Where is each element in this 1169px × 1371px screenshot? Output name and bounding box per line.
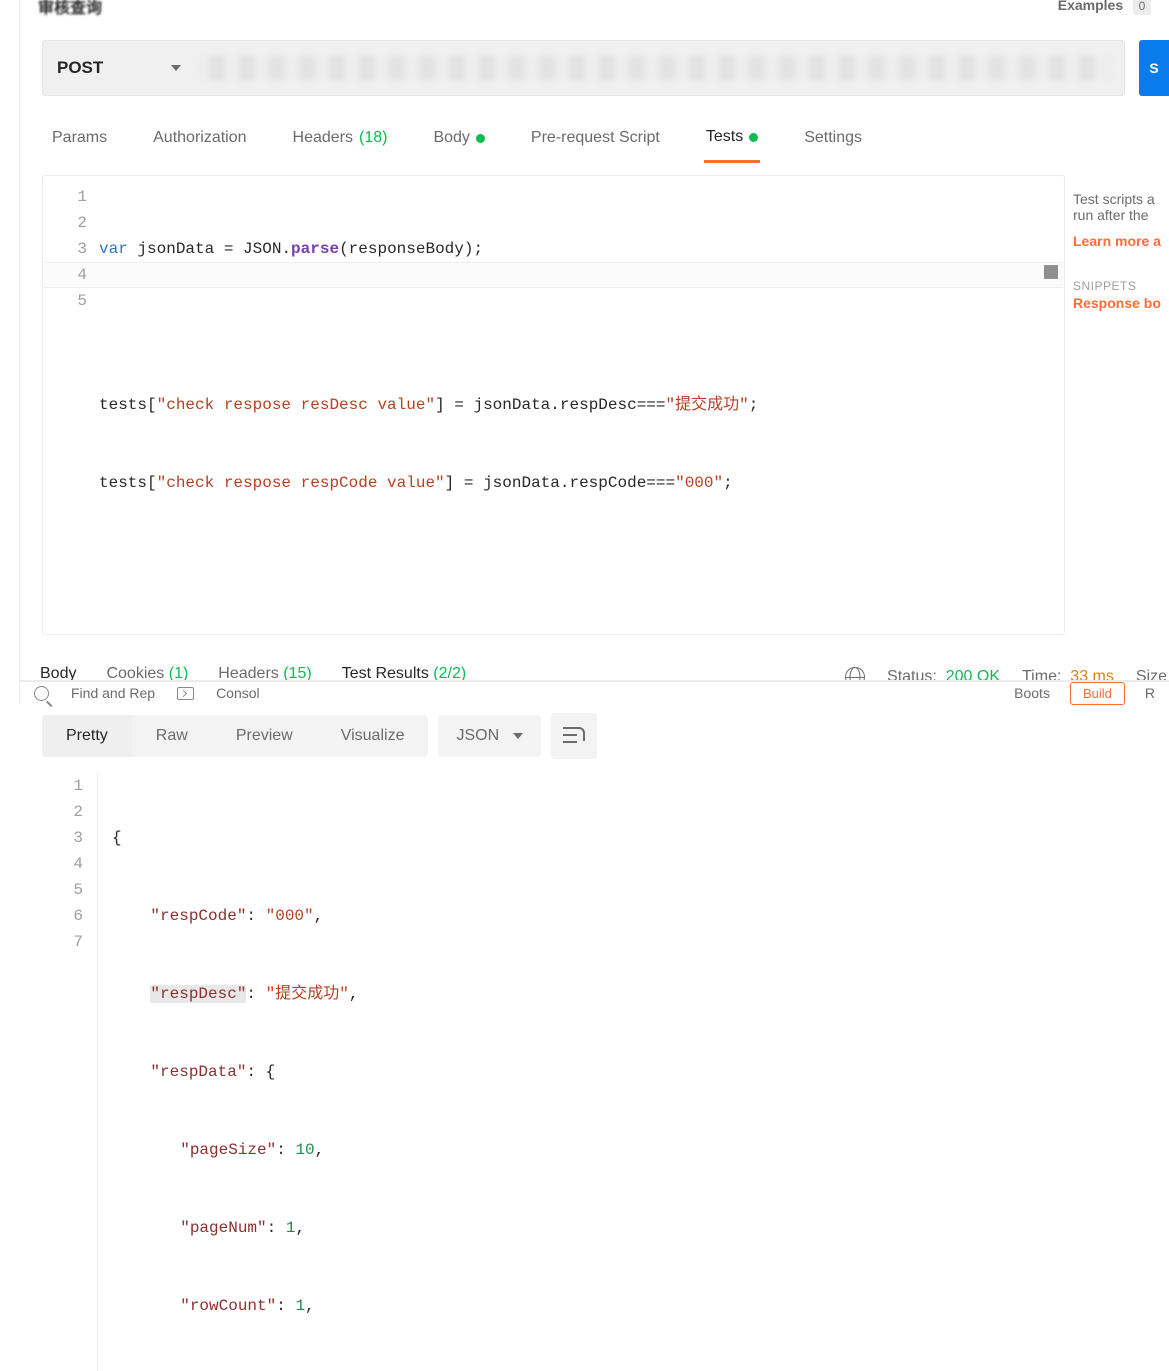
tab-params[interactable]: Params: [50, 120, 109, 162]
minimap-indicator-icon: [1044, 265, 1058, 279]
send-button[interactable]: S: [1139, 40, 1169, 96]
build-button[interactable]: Build: [1070, 682, 1125, 705]
help-panel: Test scripts a run after the Learn more …: [1065, 175, 1165, 635]
code-content[interactable]: var jsonData = JSON.parse(responseBody);…: [99, 176, 1064, 634]
examples-dropdown[interactable]: Examples 0: [1058, 0, 1151, 15]
url-field[interactable]: [195, 56, 1110, 80]
tests-code-editor[interactable]: 1 2 3 4 5 var jsonData = JSON.parse(resp…: [42, 175, 1065, 635]
fmt-pretty[interactable]: Pretty: [42, 715, 132, 757]
console-icon[interactable]: [177, 687, 194, 700]
wrap-icon: [563, 727, 585, 745]
format-segmented-control[interactable]: Pretty Raw Preview Visualize: [42, 715, 428, 757]
fmt-visualize[interactable]: Visualize: [317, 715, 429, 757]
content-type-dropdown[interactable]: JSON: [438, 715, 541, 757]
snippet-item[interactable]: Response bo: [1073, 295, 1165, 311]
find-replace-button[interactable]: Find and Rep: [71, 685, 155, 701]
tab-body[interactable]: Body: [431, 120, 486, 162]
wrap-lines-button[interactable]: [551, 713, 597, 759]
console-button[interactable]: Consol: [216, 685, 260, 701]
chevron-down-icon: [513, 733, 523, 739]
tab-tests[interactable]: Tests: [704, 120, 760, 163]
http-method-dropdown[interactable]: POST: [57, 58, 181, 78]
fmt-raw[interactable]: Raw: [132, 715, 212, 757]
line-gutter: 1 2 3 4 5 6 7: [42, 773, 98, 1371]
chevron-down-icon: [171, 65, 181, 71]
dot-indicator-icon: [749, 133, 758, 142]
line-gutter: 1 2 3 4 5: [43, 176, 99, 634]
tab-headers[interactable]: Headers (18): [291, 120, 390, 162]
tab-pre-request-script[interactable]: Pre-request Script: [529, 120, 662, 162]
tab-authorization[interactable]: Authorization: [151, 120, 248, 162]
search-icon[interactable]: [34, 686, 49, 701]
dot-indicator-icon: [476, 134, 485, 143]
headers-count: (18): [359, 129, 387, 147]
page-title: 审核查询: [38, 0, 102, 18]
runner-button[interactable]: R: [1145, 685, 1155, 701]
response-body-editor[interactable]: 1 2 3 4 5 6 7 { "respCode": "000", "resp…: [42, 773, 1169, 1371]
response-code-content: { "respCode": "000", "respDesc": "提交成功",…: [98, 773, 358, 1371]
learn-more-link[interactable]: Learn more a: [1073, 233, 1165, 249]
examples-count-badge: 0: [1133, 0, 1151, 15]
fmt-preview[interactable]: Preview: [212, 715, 317, 757]
tab-settings[interactable]: Settings: [802, 120, 864, 162]
snippets-heading: SNIPPETS: [1073, 279, 1165, 293]
bootcamp-button[interactable]: Boots: [1014, 685, 1050, 701]
